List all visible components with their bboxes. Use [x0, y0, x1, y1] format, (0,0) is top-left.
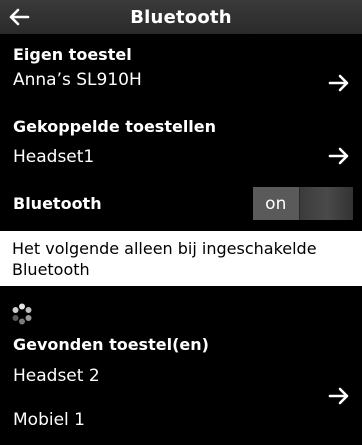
found-devices-arrow[interactable]	[327, 386, 351, 406]
arrow-right-icon	[328, 74, 349, 92]
found-device-item[interactable]: Mobiel 1	[13, 410, 85, 430]
arrow-right-icon	[328, 387, 349, 405]
paired-devices-label: Gekoppelde toestellen	[13, 117, 217, 136]
found-devices-label: Gevonden toestel(en)	[13, 335, 209, 354]
found-device-item[interactable]: Headset 2	[13, 366, 100, 386]
own-device-arrow[interactable]	[327, 73, 351, 93]
page-title: Bluetooth	[130, 6, 232, 28]
back-button[interactable]	[8, 2, 38, 32]
loading-spinner-icon	[12, 303, 32, 325]
bluetooth-label: Bluetooth	[13, 194, 102, 213]
toggle-knob[interactable]	[298, 187, 353, 220]
own-device-label: Eigen toestel	[13, 45, 132, 64]
arrow-right-icon	[328, 147, 349, 165]
paired-devices-arrow[interactable]	[327, 146, 351, 166]
info-note: Het volgende alleen bij ingeschakelde Bl…	[0, 231, 362, 286]
paired-device-item[interactable]: Headset1	[13, 147, 94, 167]
header-bar: Bluetooth	[0, 0, 362, 34]
toggle-state-text: on	[265, 193, 287, 214]
own-device-value[interactable]: Anna’s SL910H	[13, 70, 142, 90]
arrow-left-icon	[9, 8, 30, 26]
bluetooth-toggle[interactable]: on	[253, 187, 353, 220]
